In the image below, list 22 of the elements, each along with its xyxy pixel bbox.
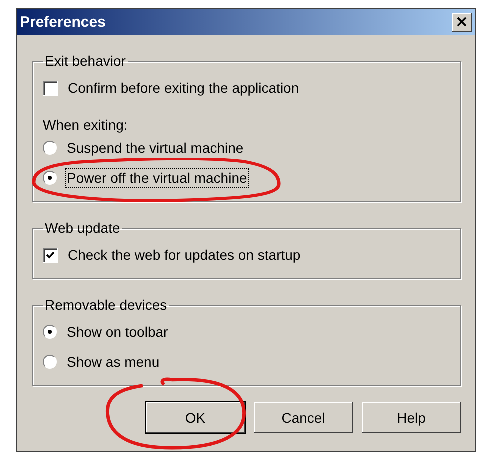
dialog-button[interactable]: OK <box>146 402 245 433</box>
group-title: Web update <box>44 220 122 236</box>
checkbox[interactable] <box>43 248 58 262</box>
section-caption: When exiting: <box>43 116 129 133</box>
dialog-button[interactable]: Cancel <box>254 402 353 433</box>
close-button[interactable]: × <box>452 12 472 32</box>
radio-button[interactable] <box>43 171 57 185</box>
radio-label[interactable]: Show on toolbar <box>65 322 170 342</box>
radio-button[interactable] <box>43 355 57 369</box>
checkbox-label[interactable]: Confirm before exiting the application <box>66 78 302 98</box>
check-icon <box>46 250 55 260</box>
dialog-button[interactable]: Help <box>362 402 461 433</box>
radio-label[interactable]: Suspend the virtual machine <box>65 138 246 158</box>
group-title: Removable devices <box>44 297 168 313</box>
checkbox-label[interactable]: Check the web for updates on startup <box>66 245 303 265</box>
checkbox[interactable] <box>43 80 58 96</box>
radio-label[interactable]: Power off the virtual machine <box>65 168 250 188</box>
radio-button[interactable] <box>43 325 57 339</box>
group-title: Exit behavior <box>44 53 127 69</box>
radio-button[interactable] <box>43 141 57 155</box>
radio-label[interactable]: Show as menu <box>65 352 162 372</box>
window-title: Preferences <box>20 14 106 30</box>
